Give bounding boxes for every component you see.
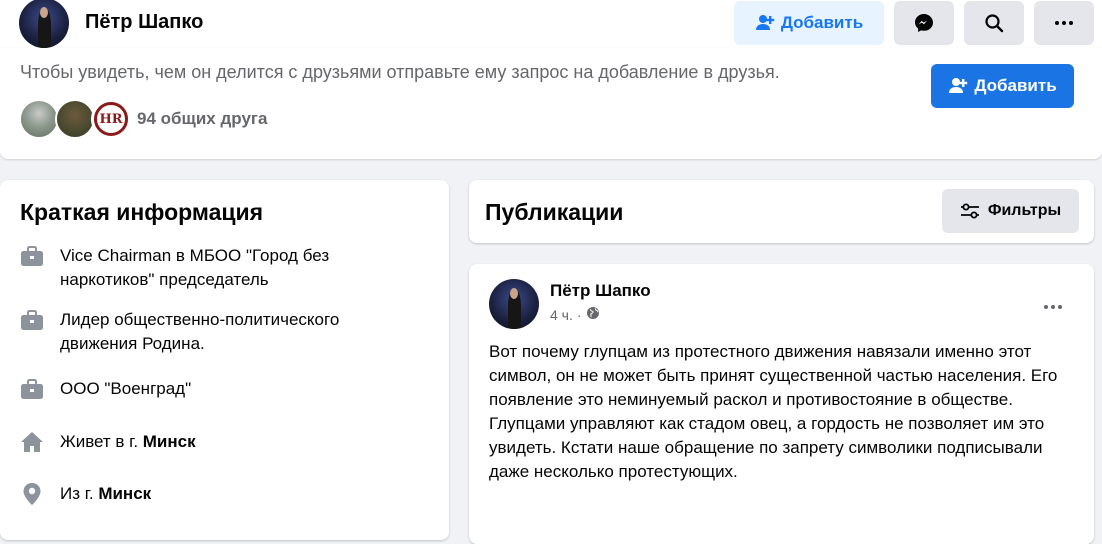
intro-item-work: Лидер общественно-политического движения… — [20, 308, 390, 356]
intro-card: Краткая информация Vice Chairman в МБОО … — [0, 180, 449, 540]
intro-item-text: Из г. — [60, 484, 99, 503]
post-author-name[interactable]: Пётр Шапко — [550, 281, 651, 301]
post-text: Вот почему глупцам из протестного движен… — [489, 342, 1058, 481]
filters-button[interactable]: Фильтры — [942, 189, 1079, 233]
mutual-friend-avatar[interactable] — [55, 99, 95, 139]
more-icon — [1043, 297, 1063, 315]
post-card: Пётр Шапко 4 ч. · Вот почему глупцам из … — [469, 264, 1094, 544]
search-button[interactable] — [964, 1, 1024, 45]
briefcase-icon — [20, 377, 44, 401]
intro-item-work: ООО "Военград" — [20, 377, 390, 401]
intro-item-text: ООО "Военград" — [60, 379, 192, 398]
intro-item-text: Vice Chairman в МБОО "Город без наркотик… — [60, 246, 330, 289]
messenger-icon — [914, 13, 934, 33]
add-friend-icon — [948, 76, 968, 96]
globe-icon[interactable] — [586, 306, 600, 323]
intro-item-lives-in: Живет в г. Минск — [20, 430, 390, 454]
mutual-friend-avatar[interactable] — [19, 99, 59, 139]
location-pin-icon — [20, 482, 44, 506]
intro-item-text: Живет в г. — [60, 432, 143, 451]
more-options-button[interactable] — [1034, 1, 1094, 45]
add-friend-label: Добавить — [780, 13, 864, 32]
city-link[interactable]: Минск — [143, 432, 196, 451]
friend-request-card: Чтобы увидеть, чем он делится с друзьями… — [0, 48, 1102, 159]
intro-item-text: Лидер общественно-политического движения… — [60, 310, 340, 353]
filter-sliders-icon — [960, 203, 980, 219]
add-friend-button[interactable]: Добавить — [931, 64, 1074, 108]
mutual-friends[interactable]: HR 94 общих друга — [19, 99, 267, 139]
add-friend-button-header[interactable]: Добавить — [734, 1, 884, 45]
search-icon — [984, 13, 1004, 33]
messenger-button[interactable] — [894, 1, 954, 45]
city-link[interactable]: Минск — [98, 484, 151, 503]
more-icon — [1054, 20, 1074, 26]
profile-avatar[interactable] — [19, 0, 69, 48]
profile-header-bar: Пётр Шапко Добавить — [0, 0, 1102, 48]
filters-label: Фильтры — [987, 202, 1062, 219]
post-timestamp[interactable]: 4 ч. — [550, 307, 573, 323]
post-author-avatar[interactable] — [489, 279, 539, 329]
briefcase-icon — [20, 244, 44, 268]
publications-title: Публикации — [485, 199, 624, 225]
post-more-button[interactable] — [1035, 288, 1071, 324]
publications-card: Публикации Фильтры — [469, 180, 1094, 243]
intro-title: Краткая информация — [20, 199, 264, 225]
briefcase-icon — [20, 308, 44, 332]
mutual-friends-count[interactable]: 94 общих друга — [137, 109, 267, 129]
mutual-friend-avatar[interactable]: HR — [91, 99, 131, 139]
intro-item-work: Vice Chairman в МБОО "Город без наркотик… — [20, 244, 390, 292]
intro-item-from: Из г. Минск — [20, 482, 390, 506]
post-meta: 4 ч. · — [550, 306, 600, 323]
home-icon — [20, 430, 44, 454]
add-friend-icon — [755, 13, 775, 33]
add-friend-label: Добавить — [974, 76, 1057, 95]
friend-request-message: Чтобы увидеть, чем он делится с друзьями… — [20, 62, 780, 82]
profile-name[interactable]: Пётр Шапко — [85, 11, 203, 34]
